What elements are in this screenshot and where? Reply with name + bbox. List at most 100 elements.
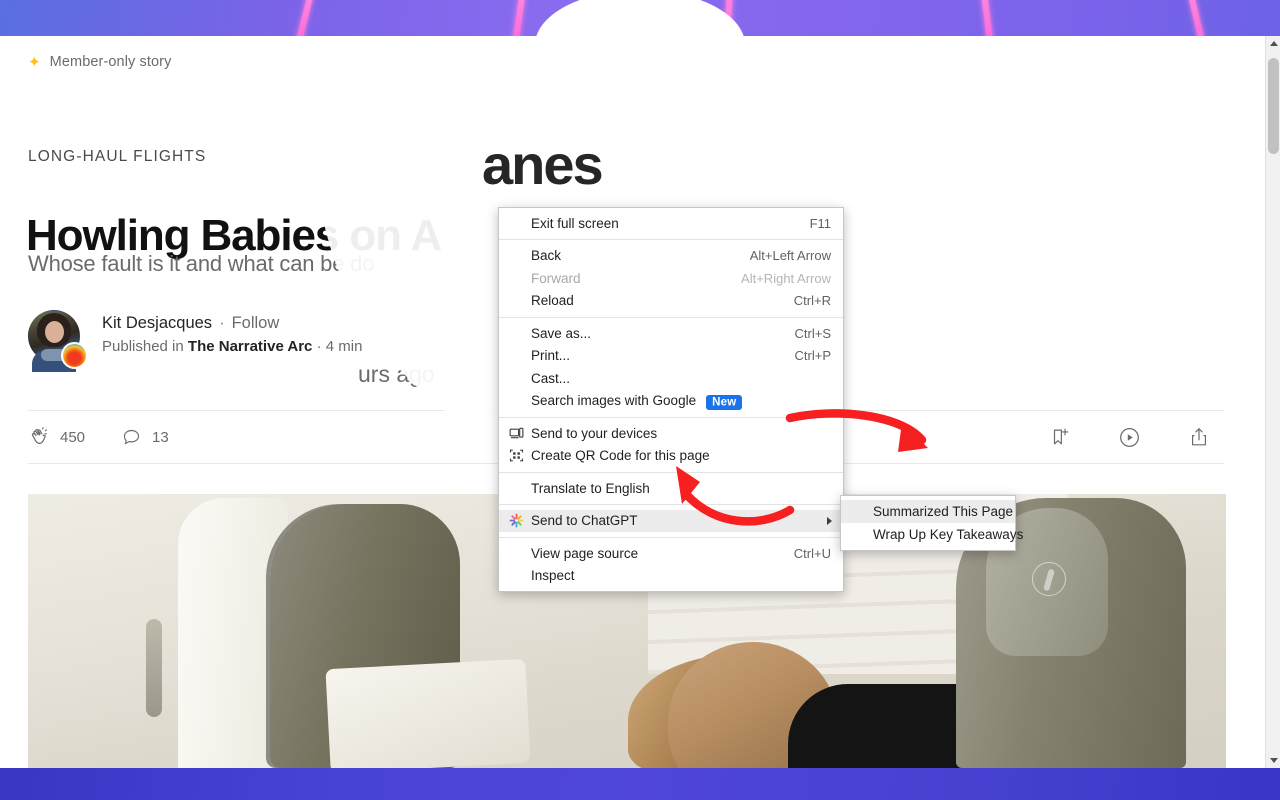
banner-dome-shape: [535, 0, 745, 36]
menu-item-label: Create QR Code for this page: [531, 448, 710, 464]
menu-separator: [499, 471, 843, 473]
follow-button[interactable]: Follow: [232, 314, 280, 333]
browser-context-menu[interactable]: Exit full screen F11 Back Alt+Left Arrow For…: [498, 207, 844, 592]
publication-logo-fragment: anes: [482, 133, 604, 196]
menu-item-shortcut: F11: [809, 215, 831, 231]
clap-hands-icon: [28, 426, 50, 448]
menu-item-label: Cast...: [531, 370, 571, 386]
menu-item-print[interactable]: Print... Ctrl+P: [499, 345, 843, 368]
clap-button[interactable]: 450: [28, 426, 85, 448]
scrollbar-thumb[interactable]: [1268, 58, 1279, 154]
menu-item-shortcut: Ctrl+P: [794, 348, 831, 364]
byline-dot: ·: [219, 314, 225, 332]
menu-item-send-to-chatgpt[interactable]: Send to ChatGPT: [499, 509, 843, 532]
menu-item-translate-to-english[interactable]: Translate to English: [499, 477, 843, 500]
menu-item-cast[interactable]: Cast...: [499, 367, 843, 390]
scroll-down-button[interactable]: [1266, 753, 1280, 768]
avatar-face: [45, 321, 64, 343]
submenu-item-label: Summarized This Page: [873, 504, 1014, 519]
status-badge: New: [706, 394, 743, 411]
menu-item-send-to-your-devices[interactable]: Send to your devices: [499, 422, 843, 445]
menu-item-shortcut: Ctrl+U: [793, 545, 831, 561]
published-in-label: Published in: [102, 338, 184, 355]
menu-item-label: Print...: [531, 348, 571, 364]
screenshot-stage: ✦ Member-only story LONG-HAUL FLIGHTS Ho…: [0, 0, 1280, 800]
top-decorative-banner: [0, 0, 1280, 36]
menu-separator: [499, 239, 843, 240]
article-actions: [1049, 426, 1224, 449]
engagement-stats: 450 13: [28, 426, 169, 448]
menu-item-reload[interactable]: Reload Ctrl+R: [499, 290, 843, 313]
scroll-up-button[interactable]: [1266, 36, 1280, 51]
menu-item-search-images-with-google[interactable]: Search images with Google New: [499, 390, 843, 413]
airline-logo-icon: [1032, 562, 1066, 596]
menu-item-view-page-source[interactable]: View page source Ctrl+U: [499, 542, 843, 565]
byline-author-row: Kit Desjacques · Follow: [102, 314, 362, 333]
article-kicker: LONG-HAUL FLIGHTS: [28, 148, 207, 165]
submenu-item-summarized-this-page[interactable]: Summarized This Page: [841, 500, 1015, 523]
menu-separator: [499, 536, 843, 538]
submenu-item-wrap-up-key-takeaways[interactable]: Wrap Up Key Takeaways: [841, 523, 1023, 546]
share-icon[interactable]: [1188, 426, 1210, 448]
comment-button[interactable]: 13: [121, 427, 169, 448]
browser-viewport: ✦ Member-only story LONG-HAUL FLIGHTS Ho…: [0, 36, 1280, 768]
page-scrollbar[interactable]: [1265, 36, 1280, 768]
neon-ray: [1184, 0, 1212, 36]
menu-item-back[interactable]: Back Alt+Left Arrow: [499, 245, 843, 268]
avatar[interactable]: [28, 310, 88, 372]
clap-count: 450: [60, 428, 86, 446]
menu-separator: [499, 504, 843, 505]
speech-bubble-icon: [121, 427, 142, 448]
menu-item-label: Search images with Google New: [531, 393, 831, 411]
byline-dot-2: ·: [316, 338, 322, 355]
byline: Kit Desjacques · Follow Published in The…: [28, 310, 362, 372]
send-to-chatgpt-submenu[interactable]: Summarized This Page Wrap Up Key Takeaway…: [840, 495, 1023, 551]
publication-name[interactable]: The Narrative Arc: [188, 338, 313, 355]
menu-separator: [499, 416, 843, 418]
menu-item-save-as[interactable]: Save as... Ctrl+S: [499, 322, 843, 345]
menu-item-label: Translate to English: [531, 480, 650, 496]
listen-play-icon[interactable]: [1118, 426, 1141, 449]
bottom-decorative-banner: [0, 768, 1280, 800]
menu-item-label: View page source: [531, 545, 639, 561]
chevron-down-icon: [1269, 758, 1278, 763]
menu-item-label: Save as...: [531, 325, 592, 341]
menu-separator: [499, 316, 843, 318]
menu-item-label: Send to ChatGPT: [531, 513, 638, 529]
menu-item-label: Forward: [531, 270, 581, 286]
menu-item-inspect[interactable]: Inspect: [499, 565, 843, 588]
tray-table: [325, 658, 531, 768]
menu-item-label: Back: [531, 248, 562, 264]
timestamp-fragment: urs ago: [358, 361, 435, 387]
seat-handle: [146, 619, 162, 717]
neon-ray: [508, 0, 528, 36]
menu-item-label: Inspect: [531, 568, 575, 584]
chevron-up-icon: [1269, 41, 1278, 46]
publication-badge-icon: [61, 342, 88, 369]
neon-ray: [289, 0, 317, 36]
byline-text: Kit Desjacques · Follow Published in The…: [102, 310, 362, 355]
devices-icon: [509, 426, 531, 441]
member-only-badge: ✦ Member-only story: [28, 54, 171, 70]
author-name[interactable]: Kit Desjacques: [102, 314, 212, 333]
menu-item-label: Reload: [531, 293, 574, 309]
menu-item-exit-full-screen[interactable]: Exit full screen F11: [499, 212, 843, 235]
save-bookmark-icon[interactable]: [1049, 426, 1071, 448]
menu-item-forward: Forward Alt+Right Arrow: [499, 267, 843, 290]
sparkle-star-icon: ✦: [28, 53, 41, 71]
article-subtitle: Whose fault is it and what can be do: [28, 251, 375, 276]
byline-publication-row: Published in The Narrative Arc · 4 min: [102, 338, 362, 355]
qr-code-icon: [509, 448, 531, 463]
menu-item-shortcut: Ctrl+S: [794, 325, 831, 341]
menu-item-create-qr-code-for-this-page[interactable]: Create QR Code for this page: [499, 445, 843, 468]
menu-item-shortcut: Alt+Left Arrow: [749, 248, 831, 264]
menu-item-shortcut: Alt+Right Arrow: [741, 270, 831, 286]
chevron-right-icon: [827, 516, 832, 525]
read-time: 4 min: [325, 338, 363, 355]
menu-item-shortcut: Ctrl+R: [793, 293, 831, 309]
member-only-label: Member-only story: [49, 54, 172, 70]
chatgpt-sparkle-icon: [509, 513, 531, 528]
neon-ray: [979, 0, 997, 36]
menu-item-label: Send to your devices: [531, 425, 658, 441]
submenu-item-label: Wrap Up Key Takeaways: [873, 527, 1024, 542]
